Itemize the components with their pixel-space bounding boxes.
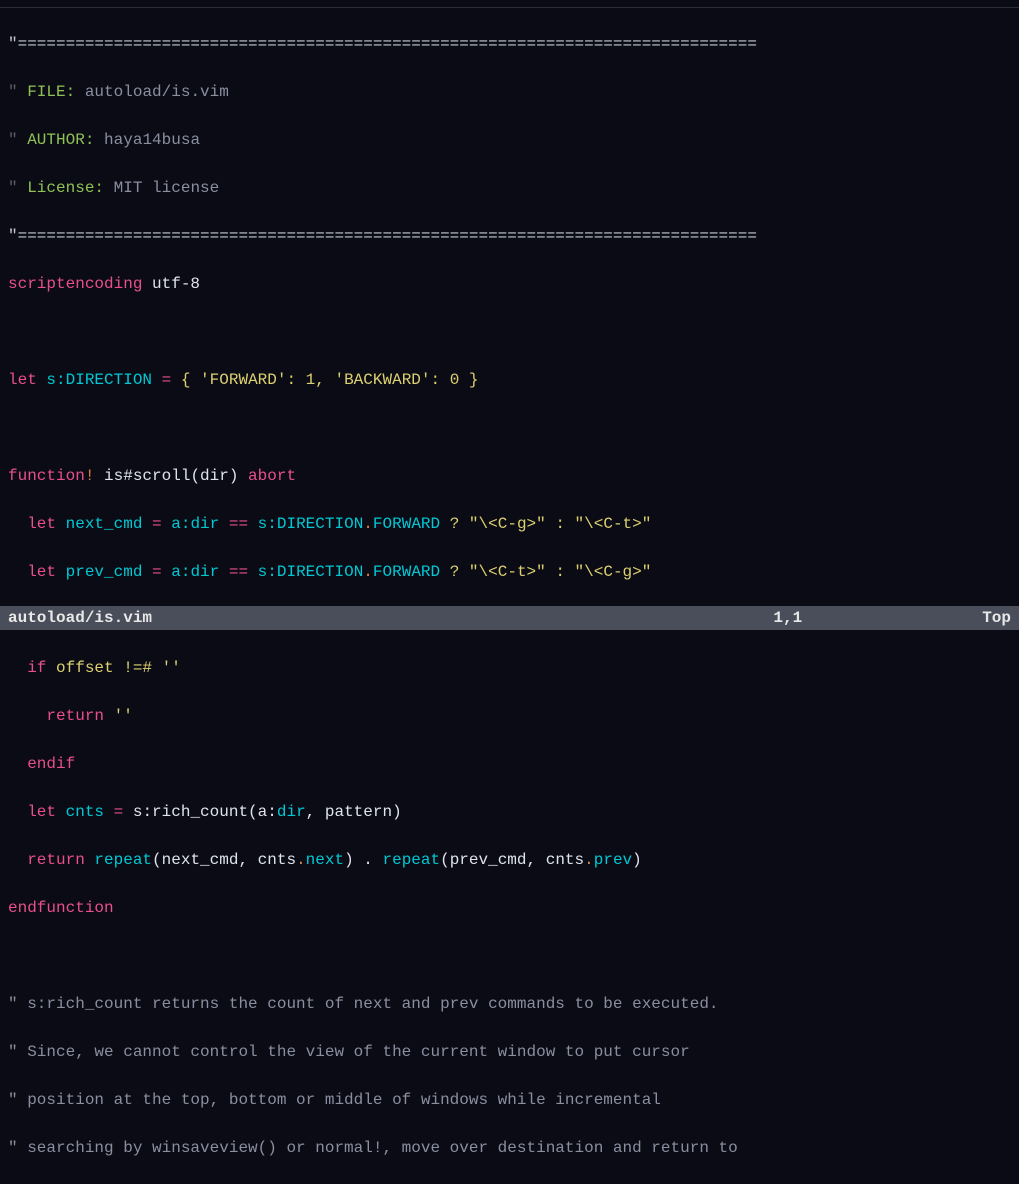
comment-rule: "=======================================… — [8, 32, 1011, 56]
blank-line — [8, 320, 1011, 344]
status-filename: autoload/is.vim — [8, 606, 152, 630]
comment-rule: "=======================================… — [8, 224, 1011, 248]
let-prev-cmd-line: let prev_cmd = a:dir == s:DIRECTION.FORW… — [8, 560, 1011, 584]
author-header-line: " AUTHOR: haya14busa — [8, 128, 1011, 152]
if-line: if offset !=# '' — [8, 656, 1011, 680]
status-scroll: Top — [982, 606, 1011, 630]
code-editor[interactable]: "=======================================… — [0, 8, 1019, 1184]
scriptencoding-line: scriptencoding utf-8 — [8, 272, 1011, 296]
file-header-line: " FILE: autoload/is.vim — [8, 80, 1011, 104]
let-cnts-line: let cnts = s:rich_count(a:dir, pattern) — [8, 800, 1011, 824]
let-next-cmd-line: let next_cmd = a:dir == s:DIRECTION.FORW… — [8, 512, 1011, 536]
function-def-line: function! is#scroll(dir) abort — [8, 464, 1011, 488]
license-header-line: " License: MIT license — [8, 176, 1011, 200]
command-line[interactable] — [0, 630, 1019, 654]
comment-line: " searching by winsaveview() or normal!,… — [8, 1136, 1011, 1160]
endif-line: endif — [8, 752, 1011, 776]
let-direction-line: let s:DIRECTION = { 'FORWARD': 1, 'BACKW… — [8, 368, 1011, 392]
return-repeat-line: return repeat(next_cmd, cnts.next) . rep… — [8, 848, 1011, 872]
status-position: 1,1 — [773, 606, 802, 630]
window-top-border — [0, 0, 1019, 8]
comment-line: " position at the top, bottom or middle … — [8, 1088, 1011, 1112]
status-spacer — [152, 606, 773, 630]
blank-line — [8, 944, 1011, 968]
blank-line — [8, 416, 1011, 440]
comment-line: " Since, we cannot control the view of t… — [8, 1040, 1011, 1064]
endfunction-line: endfunction — [8, 896, 1011, 920]
return-empty-line: return '' — [8, 704, 1011, 728]
comment-line: " s:rich_count returns the count of next… — [8, 992, 1011, 1016]
status-bar: autoload/is.vim 1,1 Top — [0, 606, 1019, 630]
